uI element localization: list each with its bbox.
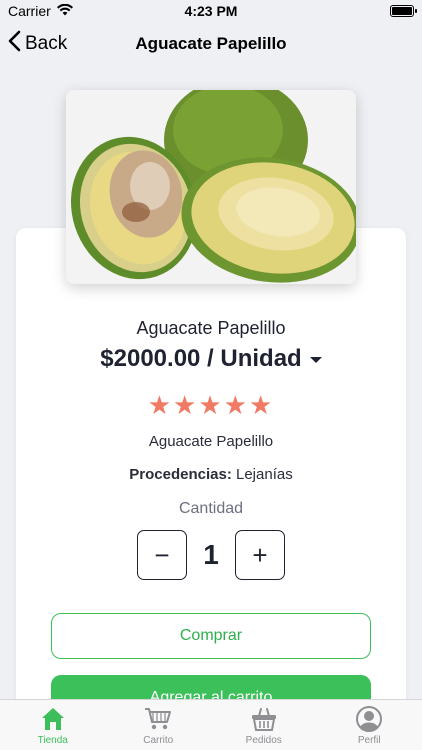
- wifi-icon: [56, 3, 73, 19]
- tab-pedidos[interactable]: Pedidos: [211, 700, 317, 750]
- cart-icon: [145, 708, 172, 730]
- product-image: [66, 90, 356, 284]
- product-name: Aguacate Papelillo: [136, 318, 286, 338]
- status-bar: Carrier 4:23 PM: [0, 0, 422, 22]
- quantity-stepper: − 1 +: [137, 530, 285, 580]
- nav-bar: Back Aguacate Papelillo: [0, 22, 422, 66]
- tab-label-tienda: Tienda: [37, 735, 68, 746]
- decrement-button[interactable]: −: [137, 530, 187, 580]
- tab-carrito[interactable]: Carrito: [106, 700, 212, 750]
- basket-icon: [251, 708, 276, 731]
- tab-perfil[interactable]: Perfil: [317, 700, 422, 750]
- price-unit-selector[interactable]: $2000.00 / Unidad: [0, 345, 422, 373]
- status-left: Carrier: [8, 3, 73, 19]
- origin-value: Lejanías: [236, 466, 293, 483]
- product-description: Aguacate Papelillo: [148, 433, 274, 450]
- carrier-label: Carrier: [8, 3, 51, 19]
- store-icon: [41, 708, 64, 730]
- quantity-value: 1: [203, 539, 219, 570]
- quantity-label: Cantidad: [178, 500, 244, 517]
- profile-icon: [356, 706, 383, 732]
- product-origin: Procedencias: Lejanías: [0, 466, 422, 483]
- buy-button[interactable]: Comprar: [51, 613, 371, 659]
- tab-label-carrito: Carrito: [143, 735, 174, 746]
- chevron-left-icon: [8, 30, 21, 58]
- tab-label-pedidos: Pedidos: [245, 735, 282, 746]
- tab-label-perfil: Perfil: [357, 735, 381, 746]
- caret-down-icon: [309, 357, 322, 363]
- increment-button[interactable]: +: [234, 530, 285, 580]
- origin-label: Procedencias:: [129, 466, 232, 483]
- back-label: Back: [25, 33, 68, 54]
- tab-bar: Tienda Carrito Pedidos Perfil: [0, 699, 422, 750]
- rating-stars: ★★★★★: [147, 390, 275, 420]
- back-button[interactable]: Back: [8, 30, 67, 58]
- tab-tienda[interactable]: Tienda: [0, 700, 106, 750]
- battery-icon: [390, 5, 417, 17]
- product-card: [16, 228, 406, 748]
- product-price: $2000.00 / Unidad: [100, 345, 302, 372]
